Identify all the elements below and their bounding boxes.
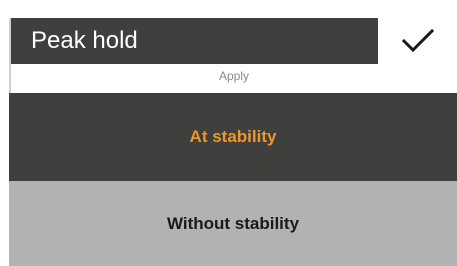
apply-label: Apply [218,69,250,83]
option-at-stability[interactable]: At stability [9,93,457,181]
header-bar: Peak hold [11,18,457,64]
option-label: At stability [189,127,277,146]
page-title: Peak hold [11,18,378,64]
confirm-button[interactable] [378,18,457,64]
option-label: Without stability [166,213,300,233]
option-without-stability[interactable]: Without stability [9,181,457,266]
peak-hold-screen: Peak hold Apply At stability Without sta… [0,0,457,266]
checkmark-icon [401,28,434,53]
